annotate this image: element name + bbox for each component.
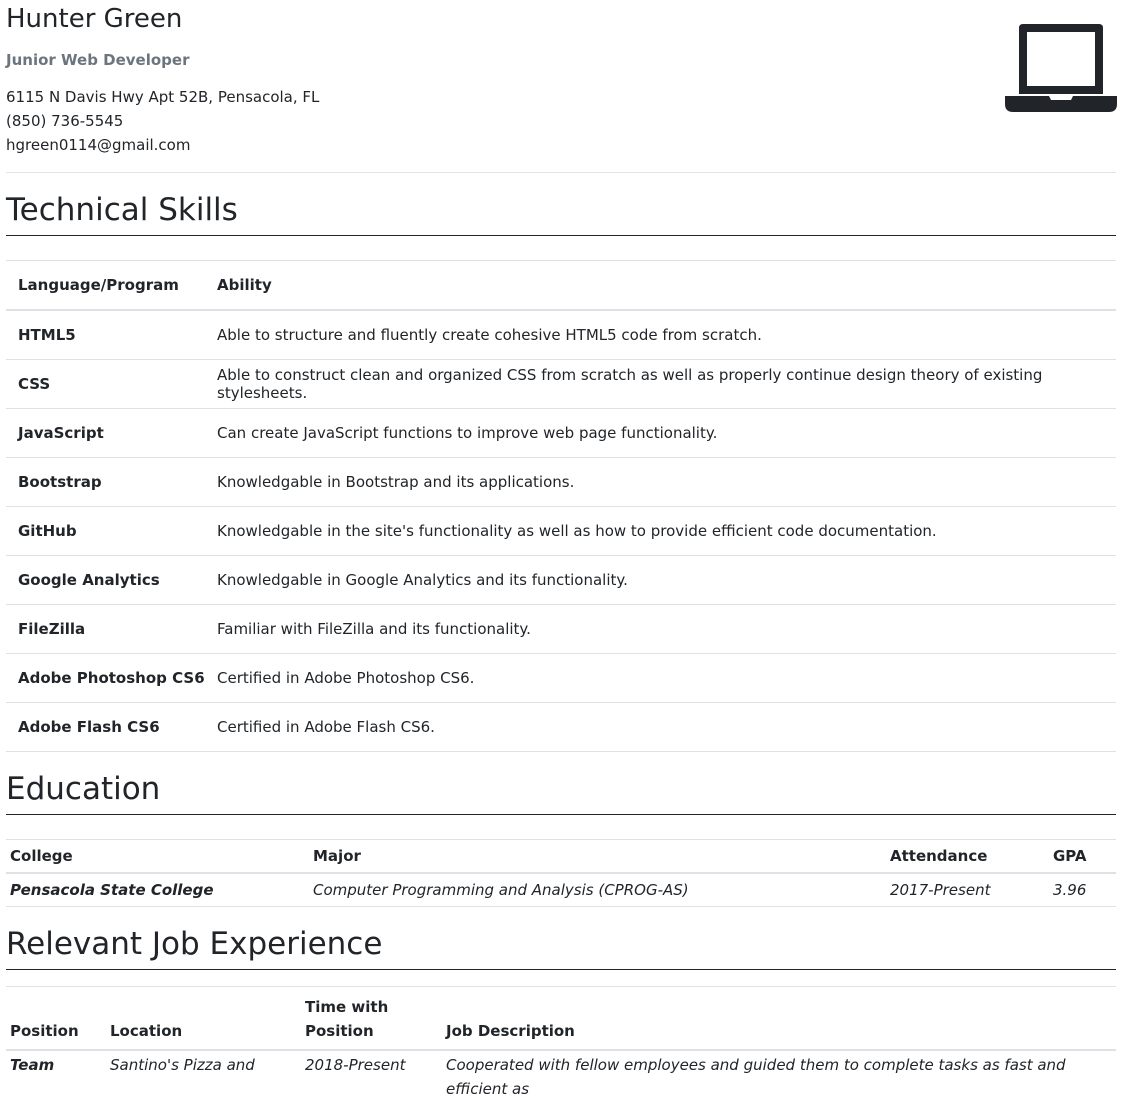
attendance: 2017-Present [890,873,1053,907]
column-header-college: College [6,839,313,874]
column-header-attendance: Attendance [890,839,1053,874]
table-row: GitHub Knowledgable in the site's functio… [6,506,1116,556]
skill-name: Google Analytics [6,555,217,605]
table-row: Adobe Photoshop CS6 Certified in Adobe Ph… [6,653,1116,703]
phone: (850) 736-5545 [6,112,124,130]
skill-name: HTML5 [6,310,217,360]
column-header-description: Job Description [446,986,1116,1051]
laptop-icon [1005,24,1117,112]
jobs-heading-rule [6,969,1116,970]
table-row: Team Santino's Pizza and 2018-Present Co… [6,1050,1116,1101]
skill-ability: Knowledgable in Google Analytics and its… [217,555,1116,605]
column-header-position: Position [6,986,110,1051]
email: hgreen0114@gmail.com [6,136,191,154]
skills-heading-rule [6,235,1116,236]
table-row: FileZilla Familiar with FileZilla and its… [6,604,1116,654]
table-row: HTML5 Able to structure and fluently crea… [6,310,1116,360]
address: 6115 N Davis Hwy Apt 52B, Pensacola, FL [6,88,320,106]
job-time: 2018-Present [305,1056,406,1074]
column-header-time: Time with Position [305,986,446,1051]
skills-header-row: Language/Program Ability [6,260,1116,311]
skills-heading: Technical Skills [6,192,238,228]
column-header-gpa: GPA [1053,839,1116,874]
skill-ability: Knowledgable in the site's functionality… [217,506,1116,556]
column-header-major: Major [313,839,890,874]
skill-name: CSS [6,359,217,409]
table-row: Google Analytics Knowledgable in Google A… [6,555,1116,605]
table-row: Adobe Flash CS6 Certified in Adobe Flash … [6,702,1116,752]
major: Computer Programming and Analysis (CPROG… [313,873,890,907]
college-name: Pensacola State College [6,873,313,907]
skill-ability: Knowledgable in Bootstrap and its applic… [217,457,1116,507]
column-header-location: Location [110,986,305,1051]
job-description: Cooperated with fellow employees and gui… [446,1056,1066,1098]
education-heading-rule [6,814,1116,815]
skill-ability: Can create JavaScript functions to impro… [217,408,1116,458]
education-heading: Education [6,771,161,807]
table-row: Bootstrap Knowledgable in Bootstrap and i… [6,457,1116,507]
job-location: Santino's Pizza and [110,1056,255,1074]
skill-ability: Able to structure and fluently create co… [217,310,1116,360]
skill-name: FileZilla [6,604,217,654]
skills-table: Language/Program Ability HTML5 Able to st… [6,260,1116,752]
table-row: Pensacola State College Computer Program… [6,873,1116,907]
skill-ability: Able to construct clean and organized CS… [217,359,1116,409]
column-header-ability: Ability [217,260,1116,311]
table-row: CSS Able to construct clean and organized… [6,359,1116,409]
skill-ability: Certified in Adobe Photoshop CS6. [217,653,1116,703]
jobs-header-row: Position Location Time with Position Job… [6,986,1116,1051]
skill-name: GitHub [6,506,217,556]
gpa: 3.96 [1053,873,1116,907]
skill-name: Adobe Photoshop CS6 [6,653,217,703]
job-title: Junior Web Developer [6,51,190,69]
skill-name: Adobe Flash CS6 [6,702,217,752]
column-header-language: Language/Program [6,260,217,311]
header-divider [6,172,1116,173]
jobs-table: Position Location Time with Position Job… [6,986,1116,1101]
education-table: College Major Attendance GPA Pensacola S… [6,839,1116,907]
skill-name: JavaScript [6,408,217,458]
job-position: Team [10,1056,55,1074]
contact-info: 6115 N Davis Hwy Apt 52B, Pensacola, FL … [6,85,319,157]
education-header-row: College Major Attendance GPA [6,839,1116,874]
skill-ability: Familiar with FileZilla and its function… [217,604,1116,654]
person-name: Hunter Green [6,4,183,34]
skill-ability: Certified in Adobe Flash CS6. [217,702,1116,752]
jobs-heading: Relevant Job Experience [6,926,383,962]
skill-name: Bootstrap [6,457,217,507]
table-row: JavaScript Can create JavaScript function… [6,408,1116,458]
